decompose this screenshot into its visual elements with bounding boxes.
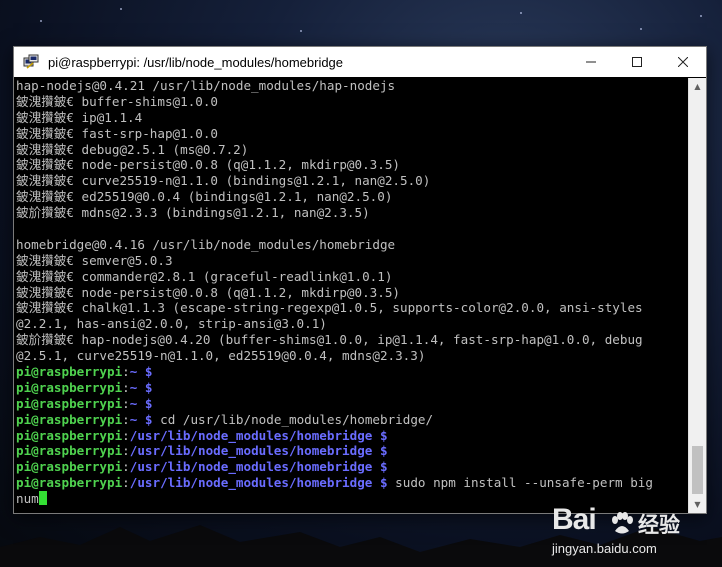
prompt-colon: : (122, 411, 130, 427)
terminal-output-line: 鈹溾攢鈹€ node-persist@0.0.8 (q@1.1.2, mkdir… (16, 284, 400, 300)
paw-icon (612, 512, 633, 534)
input-wrap-text: num (16, 491, 39, 507)
prompt-dollar: $ (137, 379, 153, 395)
terminal-prompt-line: pi@raspberrypi:/usr/lib/node_modules/hom… (16, 428, 688, 444)
terminal-output-line: @2.2.1, has-ansi@2.0.0, strip-ansi@3.0.1… (16, 316, 327, 332)
prompt-user: pi@raspberrypi (16, 443, 123, 459)
terminal-output-line: 鈹溾攢鈹€ debug@2.5.1 (ms@0.7.2) (16, 141, 249, 157)
prompt-command: cd /usr/lib/node_modules/homebridge/ (160, 411, 434, 427)
prompt-dollar: $ (137, 364, 153, 380)
terminal-prompt-line: pi@raspberrypi:/usr/lib/node_modules/hom… (16, 443, 688, 459)
terminal-output-line: 鈹溾攢鈹€ ed25519@0.0.4 (bindings@1.2.1, nan… (16, 189, 393, 205)
prompt-user: pi@raspberrypi (16, 459, 123, 475)
terminal-output-line: 鈹溾攢鈹€ semver@5.0.3 (16, 252, 173, 268)
putty-icon (23, 54, 39, 69)
terminal-prompt-line: pi@raspberrypi:~ $ cd /usr/lib/node_modu… (16, 412, 688, 428)
prompt-dollar: $ (372, 427, 388, 443)
minimize-icon (586, 61, 596, 63)
prompt-path: /usr/lib/node_modules/homebridge (129, 443, 373, 459)
terminal-output-line: @2.5.1, curve25519-n@1.1.0, ed25519@0.0.… (16, 348, 426, 364)
terminal-output[interactable]: hap-nodejs@0.4.21 /usr/lib/node_modules/… (14, 78, 688, 513)
vertical-scrollbar[interactable]: ▲ ▼ (688, 78, 706, 513)
terminal-output-line: 鈹斺攢鈹€ hap-nodejs@0.4.20 (buffer-shims@1.… (16, 332, 643, 348)
window-title: pi@raspberrypi: /usr/lib/node_modules/ho… (48, 54, 344, 70)
prompt-user: pi@raspberrypi (16, 364, 123, 380)
prompt-path: /usr/lib/node_modules/homebridge (129, 427, 373, 443)
prompt-path: /usr/lib/node_modules/homebridge (129, 459, 373, 475)
terminal-output-line: hap-nodejs@0.4.21 /usr/lib/node_modules/… (16, 78, 396, 93)
prompt-path: /usr/lib/node_modules/homebridge (129, 475, 373, 491)
close-icon (678, 57, 688, 67)
prompt-dollar: $ (372, 459, 388, 475)
terminal-prompt-line: pi@raspberrypi:/usr/lib/node_modules/hom… (16, 459, 688, 475)
terminal-output-line: homebridge@0.4.16 /usr/lib/node_modules/… (16, 236, 396, 252)
baidu-watermark: Bai 经验 jingyan.baidu.com (552, 503, 717, 563)
watermark-url: jingyan.baidu.com (552, 541, 657, 556)
prompt-command: sudo npm install --unsafe-perm big (395, 475, 653, 491)
prompt-colon: : (122, 364, 130, 380)
terminal-output-line: 鈹溾攢鈹€ ip@1.1.4 (16, 109, 143, 125)
terminal-output-line: 鈹溾攢鈹€ buffer-shims@1.0.0 (16, 93, 219, 109)
terminal-window[interactable]: pi@raspberrypi: /usr/lib/node_modules/ho… (13, 46, 707, 514)
prompt-colon: : (122, 475, 130, 491)
terminal-output-line: 鈹溾攢鈹€ commander@2.8.1 (graceful-readlink… (16, 268, 393, 284)
prompt-colon: : (122, 395, 130, 411)
watermark-brand-cn: 经验 (638, 513, 680, 537)
prompt-colon: : (122, 379, 130, 395)
terminal-output-line: 鈹溾攢鈹€ fast-srp-hap@1.0.0 (16, 125, 219, 141)
terminal-output-line: 鈹溾攢鈹€ curve25519-n@1.1.0 (bindings@1.2.1… (16, 173, 431, 189)
prompt-user: pi@raspberrypi (16, 475, 123, 491)
terminal-prompt-line: pi@raspberrypi:~ $ (16, 396, 688, 412)
prompt-user: pi@raspberrypi (16, 379, 123, 395)
text-cursor (38, 491, 47, 506)
prompt-dollar: $ (137, 411, 153, 427)
close-button[interactable] (660, 47, 706, 77)
terminal-output-line: 鈹斺攢鈹€ mdns@2.3.3 (bindings@1.2.1, nan@2.… (16, 205, 370, 221)
prompt-colon: : (122, 443, 130, 459)
prompt-user: pi@raspberrypi (16, 411, 123, 427)
prompt-user: pi@raspberrypi (16, 395, 123, 411)
scroll-up-icon[interactable]: ▲ (689, 78, 706, 95)
prompt-dollar: $ (137, 395, 153, 411)
watermark-brand: Bai (552, 503, 597, 536)
terminal-output-line: 鈹溾攢鈹€ chalk@1.1.3 (escape-string-regexp@… (16, 300, 643, 316)
prompt-colon: : (122, 427, 130, 443)
title-bar[interactable]: pi@raspberrypi: /usr/lib/node_modules/ho… (14, 47, 706, 77)
terminal-output-line: 鈹溾攢鈹€ node-persist@0.0.8 (q@1.1.2, mkdir… (16, 157, 400, 173)
prompt-user: pi@raspberrypi (16, 427, 123, 443)
scrollbar-thumb[interactable] (692, 446, 703, 494)
maximize-icon (632, 57, 642, 67)
minimize-button[interactable] (568, 47, 614, 77)
prompt-colon: : (122, 459, 130, 475)
terminal-prompt-line: pi@raspberrypi:~ $ (16, 364, 688, 380)
prompt-dollar: $ (372, 443, 388, 459)
prompt-dollar: $ (372, 475, 388, 491)
terminal-prompt-line: pi@raspberrypi:/usr/lib/node_modules/hom… (16, 475, 688, 491)
terminal-prompt-line: pi@raspberrypi:~ $ (16, 380, 688, 396)
maximize-button[interactable] (614, 47, 660, 77)
